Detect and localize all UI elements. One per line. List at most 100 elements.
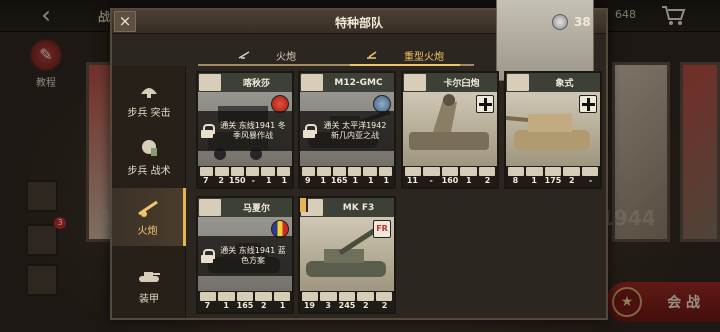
card-header: M12-GMC	[300, 73, 394, 92]
unit-stats: 7 2 150 - 1 1	[198, 166, 292, 187]
dialog-header: × 特种部队 2 38	[112, 0, 606, 81]
german-cross-icon	[476, 95, 494, 113]
unit-card-elefant[interactable]: 象式 8 1 175 2 -	[504, 71, 602, 189]
stat-value: 3	[325, 301, 331, 310]
stat-value: -	[588, 176, 593, 185]
stat-value: 175	[544, 176, 562, 185]
nav-label: 火炮	[137, 225, 158, 237]
card-header: 象式	[506, 73, 600, 92]
german-cross-icon	[579, 95, 597, 113]
stat-value: 1	[281, 176, 288, 185]
stat-value: 245	[338, 301, 356, 310]
unlock-requirement: 通关 东线1941 蓝色方案	[198, 236, 292, 276]
stat-value: 160	[441, 176, 459, 185]
medal-count: 38	[574, 14, 591, 29]
unit-stats: 19 3 245 2 2	[300, 291, 394, 312]
special-forces-dialog: × 特种部队 2 38 火炮 重型火炮 步兵 突击 步兵 战术	[110, 0, 608, 320]
stat-value: 2	[363, 301, 369, 310]
card-header: 马夏尔	[198, 198, 292, 217]
artillery-icon	[238, 51, 250, 59]
stat-value: 1	[320, 176, 326, 185]
medal-counter: 38	[552, 12, 591, 31]
unit-name: 马夏尔	[242, 204, 270, 214]
stat-value: 8	[512, 176, 519, 185]
unit-stats: 8 1 175 2 -	[506, 166, 600, 187]
tab-heavy-artillery[interactable]: 重型火炮	[336, 46, 474, 66]
stat-value: 1	[279, 301, 286, 310]
medal-icon	[552, 13, 568, 30]
unit-name: MK F3	[342, 202, 375, 213]
stat-value: 1	[223, 301, 229, 310]
stat-value: 150	[228, 176, 246, 185]
unit-card-m12-gmc[interactable]: M12-GMC 通关 太平洋1942 新几内亚之战 9 1 165 1 1 1	[298, 71, 396, 189]
stat-icons	[300, 166, 394, 176]
unit-class-icon	[404, 74, 426, 91]
infantry-tactics-icon	[142, 139, 157, 156]
nav-armor[interactable]: 装甲	[112, 256, 186, 314]
tab-label: 重型火炮	[404, 51, 444, 63]
nav-infantry-tactics[interactable]: 步兵 战术	[112, 128, 186, 186]
unit-name: M12-GMC	[334, 77, 383, 88]
card-header: 喀秋莎	[198, 73, 292, 92]
card-header: MK F3	[300, 198, 394, 217]
nav-artillery[interactable]: 火炮	[112, 188, 186, 246]
lock-icon	[201, 249, 215, 263]
stat-value: -	[251, 176, 255, 185]
stat-value: 1	[266, 176, 272, 185]
unlock-text: 通关 太平洋1942 新几内亚之战	[323, 121, 387, 140]
unit-class-icon	[199, 74, 221, 91]
tank-icon	[139, 271, 160, 282]
tab-label: 火炮	[276, 51, 296, 63]
unit-class-icon	[301, 74, 323, 91]
stat-value: 2	[261, 301, 267, 310]
nav-infantry-assault[interactable]: 步兵 突击	[112, 70, 186, 128]
unlock-requirement: 通关 东线1941 冬季风暴作战	[198, 111, 292, 151]
stat-icons	[198, 166, 292, 176]
unit-stats: 9 1 165 1 1 1	[300, 166, 394, 187]
stat-icons	[506, 166, 600, 176]
unit-category-nav: 步兵 突击 步兵 战术 火炮 装甲	[112, 66, 186, 318]
stat-value: 1	[383, 176, 390, 185]
unit-class-icon	[507, 74, 529, 91]
card-counter: 2	[496, 0, 594, 81]
infantry-assault-icon	[141, 87, 157, 98]
stat-value: 9	[304, 176, 311, 185]
stat-value: 7	[204, 301, 211, 310]
stat-value: 165	[330, 176, 348, 185]
nav-label: 步兵 战术	[127, 165, 171, 177]
unit-card-maresal[interactable]: 马夏尔 通关 东线1941 蓝色方案 7 1 165 2 1	[196, 196, 294, 314]
stat-icons	[300, 291, 394, 301]
unit-name: 喀秋莎	[242, 79, 270, 89]
unlock-requirement: 通关 太平洋1942 新几内亚之战	[300, 111, 394, 151]
stat-icons	[403, 166, 497, 176]
unit-stats: 7 1 165 2 1	[198, 291, 292, 312]
stat-value: -	[429, 176, 433, 185]
french-emblem-icon: FR	[373, 220, 391, 238]
unit-card-mk-f3[interactable]: MK F3 FR 19 3 245 2 2	[298, 196, 396, 314]
unit-card-katyusha[interactable]: 喀秋莎 通关 东线1941 冬季风暴作战 7 2 150 - 1 1	[196, 71, 294, 189]
unit-card-karl-mortar[interactable]: 卡尔臼炮 11 - 160 1 2	[401, 71, 499, 189]
nav-label: 装甲	[139, 293, 159, 305]
unit-stats: 11 - 160 1 2	[403, 166, 497, 187]
artillery-icon	[137, 200, 158, 217]
unit-name: 卡尔臼炮	[443, 79, 480, 89]
stat-value: 7	[202, 176, 209, 185]
stat-value: 165	[236, 301, 254, 310]
nav-label: 步兵 突击	[127, 107, 171, 119]
stat-value: 1	[368, 176, 374, 185]
unit-name: 象式	[555, 79, 574, 89]
rank-marker	[300, 198, 308, 212]
card-header: 卡尔臼炮	[403, 73, 497, 92]
stat-value: 11	[406, 176, 418, 185]
stat-value: 2	[569, 176, 575, 185]
stat-value: 19	[303, 301, 315, 310]
stat-icons	[198, 291, 292, 301]
stat-value: 1	[352, 176, 359, 185]
stat-value: 2	[218, 176, 224, 185]
tab-artillery[interactable]: 火炮	[198, 46, 336, 64]
unlock-text: 通关 东线1941 冬季风暴作战	[220, 121, 286, 140]
heavy-artillery-icon	[367, 51, 377, 59]
unlock-text: 通关 东线1941 蓝色方案	[220, 246, 286, 265]
stat-value: 2	[381, 301, 388, 310]
lock-icon	[201, 124, 215, 138]
